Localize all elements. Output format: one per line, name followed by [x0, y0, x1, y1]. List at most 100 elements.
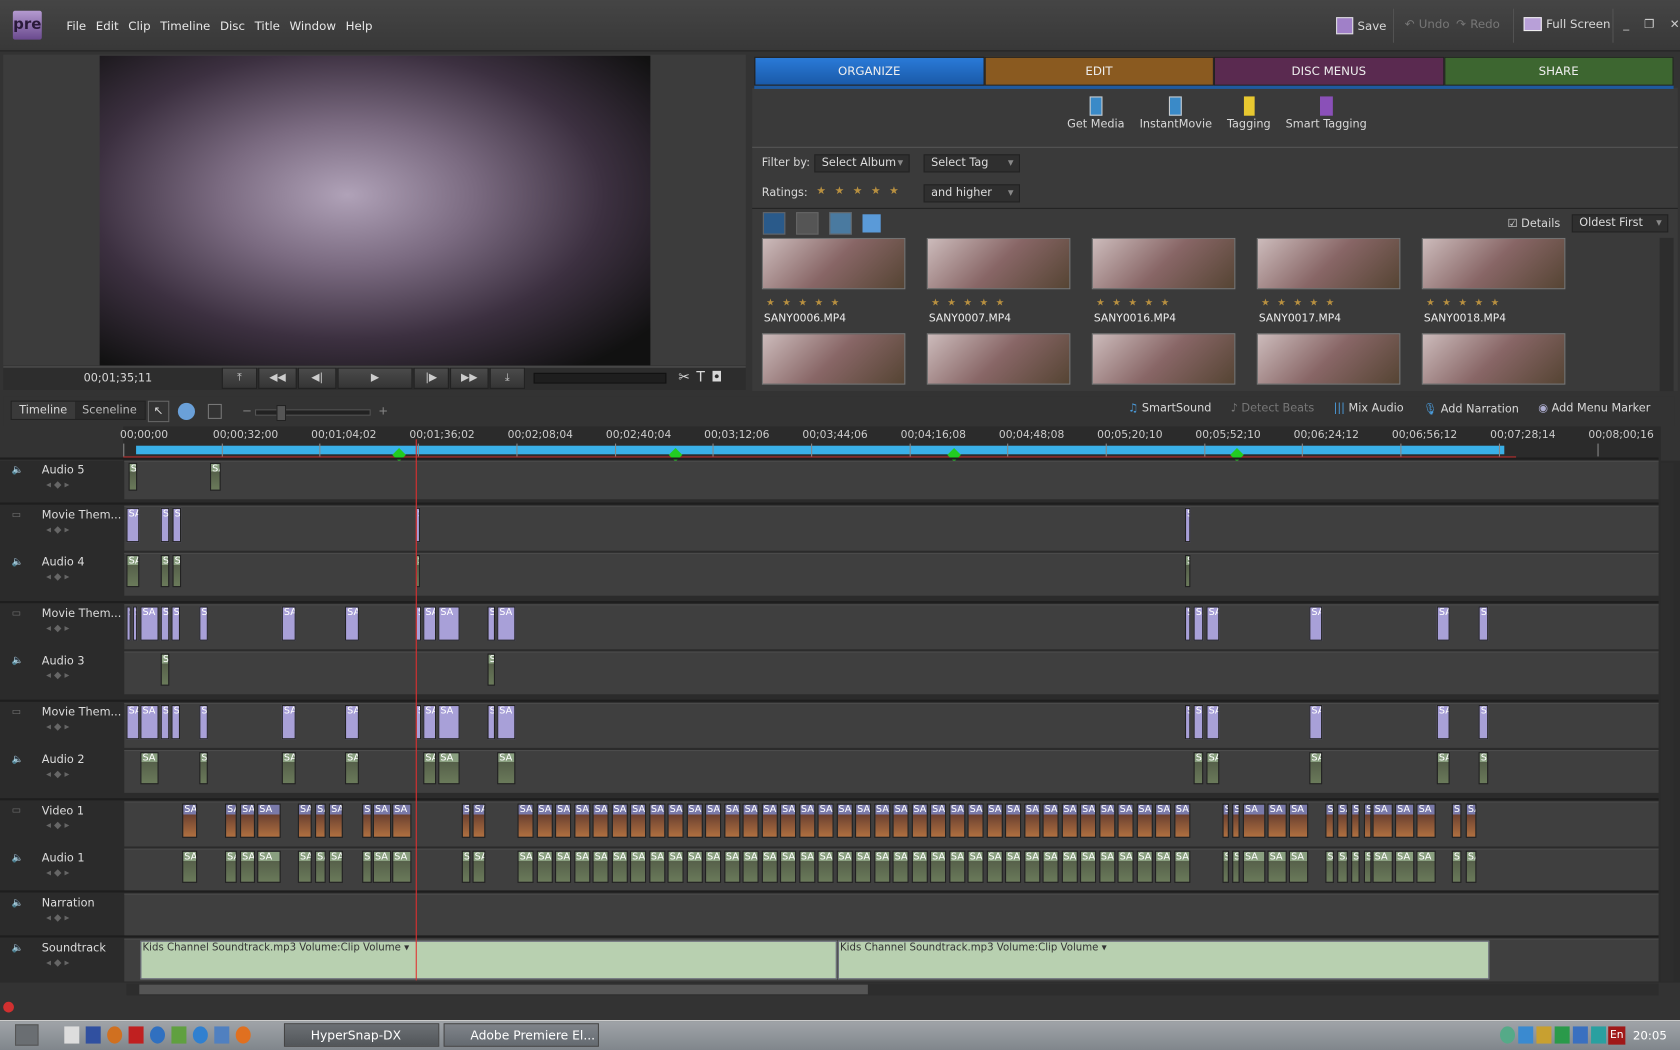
clip[interactable]: SA — [611, 803, 628, 838]
details-checkbox[interactable]: ☑ Details — [1508, 218, 1561, 231]
show-video-icon[interactable] — [762, 212, 786, 235]
taskbar-item-premiere[interactable]: Adobe Premiere El... — [443, 1023, 599, 1047]
clip[interactable]: SA — [798, 850, 815, 883]
clip[interactable]: SA — [911, 803, 928, 838]
clip[interactable]: SA — [1193, 705, 1204, 740]
clip[interactable]: SA — [257, 850, 281, 883]
speaker-icon[interactable]: ▭ — [12, 609, 23, 620]
media-scrollbar[interactable] — [1659, 237, 1674, 392]
rating-stars[interactable]: ★★★★★ — [816, 185, 907, 197]
quicklaunch-icon[interactable] — [85, 1026, 101, 1044]
clip[interactable]: SA — [780, 803, 797, 838]
clip[interactable]: SA — [1098, 803, 1115, 838]
clip[interactable]: SA — [611, 850, 628, 883]
zoom-slider-handle[interactable] — [276, 405, 287, 422]
clip[interactable]: SA — [328, 803, 343, 838]
clip[interactable]: SA — [257, 803, 281, 838]
clip[interactable]: SA — [1372, 850, 1393, 883]
clip[interactable]: SA — [128, 462, 138, 491]
clip[interactable]: SA — [1193, 606, 1204, 641]
go-to-end-button[interactable]: ⤓ — [489, 367, 526, 389]
clip[interactable]: SA — [315, 850, 326, 883]
playhead[interactable] — [415, 439, 417, 981]
clip[interactable]: SA — [536, 850, 553, 883]
ratings-mode-dropdown[interactable]: and higher — [923, 184, 1021, 203]
select-tag-dropdown[interactable]: Select Tag — [923, 154, 1021, 173]
clip[interactable]: SA — [705, 803, 722, 838]
select-album-dropdown[interactable]: Select Album — [814, 154, 910, 173]
clip[interactable]: SA — [345, 752, 359, 785]
start-button[interactable] — [15, 1024, 39, 1046]
clip[interactable]: SA — [1351, 803, 1360, 838]
tray-icon[interactable] — [1572, 1026, 1588, 1044]
media-thumbnail[interactable] — [1091, 237, 1236, 290]
clip[interactable]: SA — [1309, 606, 1323, 641]
undo-button[interactable]: ↶ Undo — [1405, 17, 1450, 31]
clip[interactable]: SA — [461, 850, 471, 883]
clip[interactable]: SA — [182, 850, 198, 883]
clip[interactable]: SA — [798, 803, 815, 838]
tab-organize[interactable]: ORGANIZE — [754, 56, 985, 86]
firefox-icon[interactable] — [235, 1026, 251, 1044]
clip[interactable]: SA — [497, 752, 516, 785]
menu-file[interactable]: File — [66, 19, 86, 33]
clip[interactable]: SA — [1206, 606, 1220, 641]
go-to-start-button[interactable]: ⤒ — [221, 367, 258, 389]
clip[interactable]: SA — [423, 752, 437, 785]
split-clip-icon[interactable]: ✂ — [678, 370, 696, 386]
clip[interactable]: SA — [1451, 850, 1462, 883]
timeline-scrollbar[interactable] — [1660, 462, 1674, 982]
taskbar-item-hypersnap[interactable]: HyperSnap-DX — [283, 1023, 440, 1047]
instant-movie-button[interactable]: InstantMovie — [1140, 96, 1212, 131]
clip[interactable]: SA — [281, 705, 296, 740]
media-thumbnail[interactable] — [926, 237, 1071, 290]
film-icon[interactable]: 🔈 — [12, 853, 24, 864]
clip[interactable]: SA — [1478, 705, 1489, 740]
tagging-button[interactable]: Tagging — [1227, 96, 1271, 131]
clip[interactable]: SA — [986, 803, 1003, 838]
play-button[interactable]: ▶ — [337, 367, 413, 389]
rating-stars[interactable]: ★★★★★ — [931, 298, 1012, 309]
clip[interactable]: SA — [592, 850, 609, 883]
detect-beats-button[interactable]: ♪ Detect Beats — [1231, 402, 1315, 416]
clip[interactable]: SA — [1288, 850, 1309, 883]
keyframe-nav-icon[interactable]: ◂ ◆ ▸ — [46, 913, 69, 924]
clip[interactable]: SA — [723, 803, 740, 838]
clip[interactable]: SA — [345, 606, 359, 641]
rating-stars[interactable]: ★★★★★ — [1096, 298, 1177, 309]
clip[interactable]: SA — [1242, 850, 1266, 883]
clip[interactable]: SA — [1267, 850, 1287, 883]
clip[interactable]: SA — [132, 606, 138, 641]
clip[interactable]: SA — [199, 705, 208, 740]
clip[interactable]: SA — [948, 850, 965, 883]
clip[interactable]: SA — [423, 606, 437, 641]
clip[interactable]: SA — [1288, 803, 1309, 838]
clip[interactable]: SA — [160, 705, 170, 740]
keyframe-nav-icon[interactable]: ◂ ◆ ▸ — [46, 572, 69, 583]
clip[interactable]: SA — [1173, 850, 1190, 883]
keyframe-nav-icon[interactable]: ◂ ◆ ▸ — [46, 525, 69, 536]
track-lane[interactable] — [124, 893, 1659, 937]
clip[interactable]: SA — [140, 606, 159, 641]
clip[interactable]: SA — [1117, 803, 1134, 838]
clip[interactable]: SA — [1372, 803, 1393, 838]
clip[interactable]: SA — [140, 705, 159, 740]
clip[interactable]: SA — [126, 555, 140, 588]
clip[interactable]: SA — [1193, 752, 1204, 785]
menu-timeline[interactable]: Timeline — [160, 19, 210, 33]
clip[interactable]: SA — [1416, 803, 1436, 838]
track-lane[interactable] — [124, 460, 1659, 500]
close-icon[interactable]: ✕ — [1670, 17, 1680, 31]
menu-title[interactable]: Title — [255, 19, 280, 33]
clip[interactable]: SA — [892, 850, 909, 883]
clip[interactable]: SA — [210, 462, 221, 491]
clip[interactable]: SA — [487, 606, 496, 641]
timecode[interactable]: 00;01;35;11 — [84, 372, 153, 385]
speaker-icon[interactable]: ▭ — [12, 806, 23, 817]
clip[interactable]: SA — [240, 803, 256, 838]
clip[interactable]: SA — [967, 850, 984, 883]
clip[interactable]: SA — [1416, 850, 1436, 883]
clip[interactable]: SA — [126, 705, 140, 740]
clip[interactable]: SA — [930, 850, 947, 883]
clip[interactable]: SA — [761, 850, 778, 883]
